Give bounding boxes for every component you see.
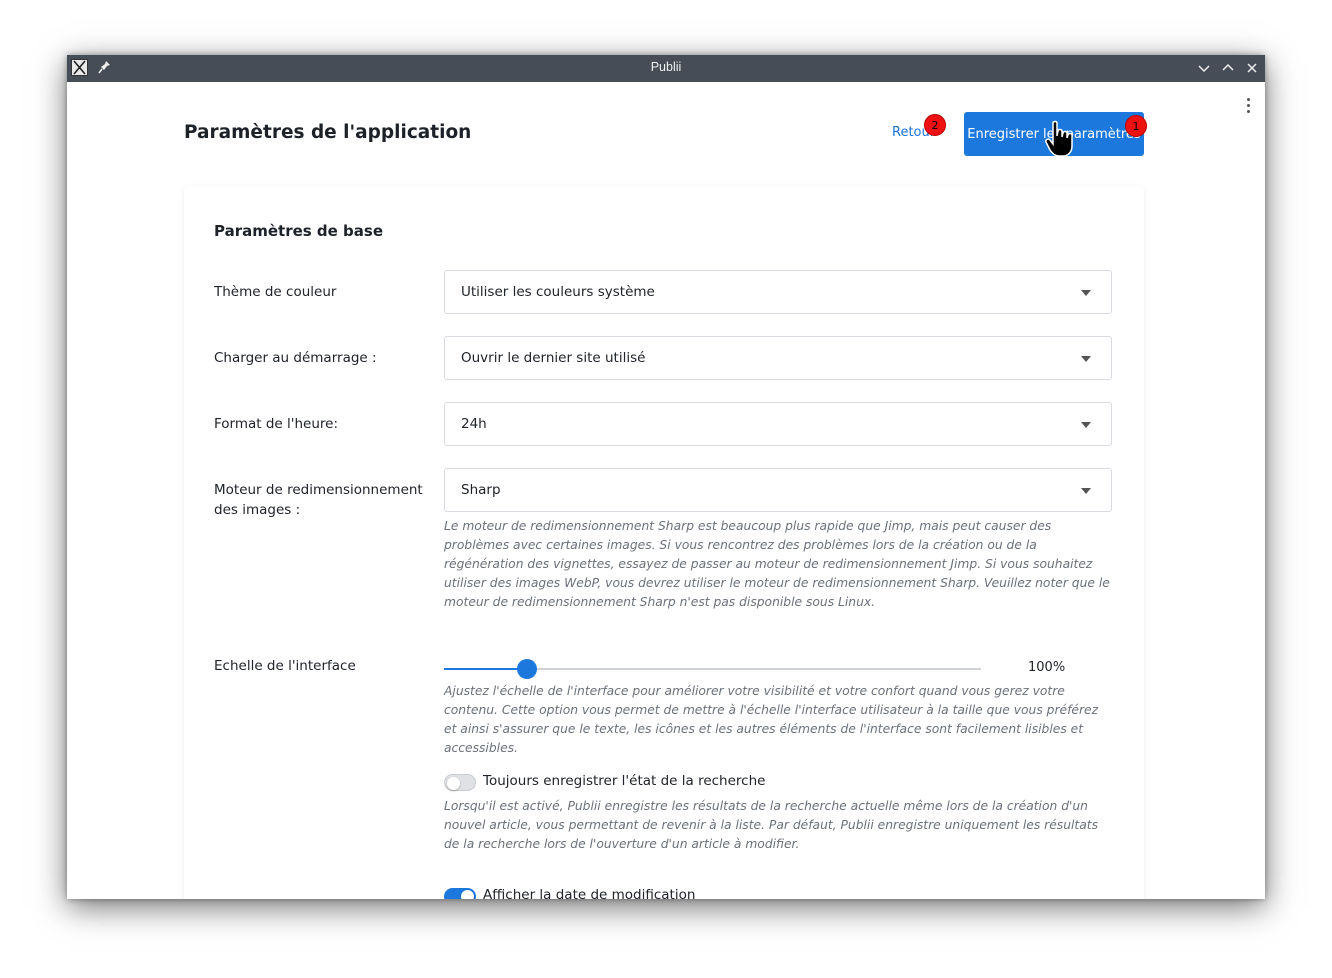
- chevron-down-icon: [1081, 290, 1091, 296]
- title-bar: Publii: [67, 55, 1265, 82]
- window-title: Publii: [650, 60, 682, 74]
- resize-engine-label: Moteur de redimensionnement des images :: [214, 482, 423, 518]
- startup-label: Charger au démarrage :: [214, 350, 377, 366]
- maximize-icon[interactable]: [1220, 60, 1236, 76]
- ui-scale-slider[interactable]: [444, 659, 981, 679]
- settings-card: Paramètres de base Thème de couleur Util…: [184, 186, 1144, 899]
- save-search-state-toggle[interactable]: [444, 774, 476, 791]
- hand-cursor-icon: [1044, 120, 1078, 160]
- section-title: Paramètres de base: [214, 222, 384, 240]
- toggle-knob: [461, 890, 474, 899]
- close-icon[interactable]: [1244, 60, 1260, 76]
- annotation-badge-1: 1: [1125, 115, 1147, 137]
- show-modified-date-label: Afficher la date de modification: [483, 887, 696, 899]
- startup-value: Ouvrir le dernier site utilisé: [461, 350, 646, 366]
- save-search-state-help: Lorsqu'il est activé, Publii enregistre …: [444, 799, 1098, 851]
- theme-value: Utiliser les couleurs système: [461, 284, 655, 300]
- ui-scale-slider-fill: [444, 668, 527, 670]
- toggle-knob: [447, 777, 460, 790]
- chevron-down-icon: [1081, 422, 1091, 428]
- time-format-label: Format de l'heure:: [214, 416, 339, 432]
- time-format-select[interactable]: 24h: [444, 402, 1112, 446]
- app-content: Paramètres de l'application Retour 2 Enr…: [67, 82, 1265, 899]
- startup-select[interactable]: Ouvrir le dernier site utilisé: [444, 336, 1112, 380]
- resize-engine-value: Sharp: [461, 482, 501, 498]
- resize-engine-select[interactable]: Sharp: [444, 468, 1112, 512]
- ui-scale-label: Echelle de l'interface: [214, 658, 356, 674]
- app-window: Publii Paramètres de l'application Retou…: [67, 55, 1265, 899]
- ui-scale-help: Ajustez l'échelle de l'interface pour am…: [444, 684, 1099, 755]
- theme-select[interactable]: Utiliser les couleurs système: [444, 270, 1112, 314]
- resize-engine-help: Le moteur de redimensionnement Sharp est…: [444, 519, 1110, 609]
- time-format-value: 24h: [461, 416, 487, 432]
- ui-scale-slider-thumb[interactable]: [517, 659, 537, 679]
- chevron-down-icon: [1081, 356, 1091, 362]
- more-options-icon[interactable]: [1245, 98, 1251, 116]
- chevron-down-icon: [1081, 488, 1091, 494]
- annotation-badge-2: 2: [924, 114, 946, 136]
- show-modified-date-toggle[interactable]: [444, 888, 476, 899]
- minimize-icon[interactable]: [1196, 60, 1212, 76]
- page-title: Paramètres de l'application: [184, 122, 472, 143]
- save-search-state-label: Toujours enregistrer l'état de la recher…: [483, 773, 766, 789]
- ui-scale-value: 100%: [1028, 660, 1066, 675]
- theme-label: Thème de couleur: [214, 284, 337, 300]
